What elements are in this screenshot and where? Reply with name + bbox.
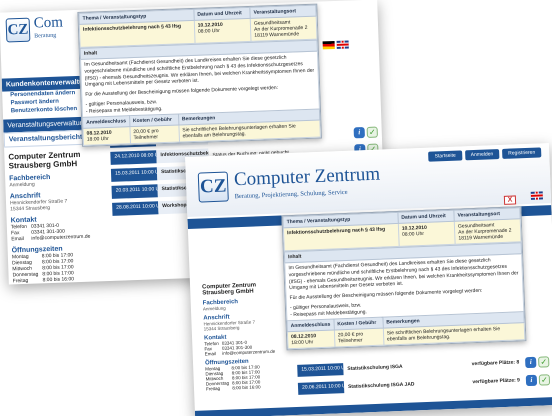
contact-label: Email — [11, 235, 24, 243]
logo-mark: CZ — [197, 171, 229, 203]
contact-table: Telefon 03341 301-0 Fax 03341 301-300 Emai… — [204, 339, 278, 357]
flag-uk-icon[interactable] — [530, 191, 543, 200]
cost-value: 20,00 € pro Teilnehmer — [334, 328, 384, 348]
content-paragraph: Im Gesundheitsamt (Fachdienst Gesundheit… — [84, 54, 315, 88]
event-date: 15.03.2011 10:00 Uhr — [110, 167, 158, 182]
event-time-value: 08:00 Uhr — [197, 27, 221, 35]
place-line: 18119 Warnemünde — [254, 31, 300, 39]
event-type: Infektionsschutzbelehrung nach § 43 Ifsg — [79, 20, 195, 48]
notes-value: Sie schriftlichen Belehrungsunterlagen e… — [178, 120, 321, 143]
contact-email[interactable]: info@computerzentrum.de — [31, 234, 94, 242]
event-list: 15.03.2011 10:00 Uhr Statistikschulung I… — [297, 355, 551, 401]
flag-uk-icon[interactable] — [336, 40, 349, 49]
cost-value: 20,00 € pro Teilnehmer — [129, 125, 180, 144]
hours-table: Montag 8:00 bis 17:00 Dienstag 8:00 bis 17… — [205, 364, 263, 391]
hours-time: 8:00 bis 16:00 — [42, 276, 75, 284]
event-time-value: 08:00 Uhr — [401, 230, 425, 238]
language-flags — [322, 40, 349, 50]
flag-de-icon[interactable] — [322, 40, 335, 50]
event-place: Gesundheitsamt An der Kurpromenade 2 18119… — [454, 218, 522, 245]
hours-table: Montag 8:00 bis 17:00 Dienstag 8:00 bis 17… — [12, 252, 78, 284]
register-button[interactable]: Registrieren — [502, 147, 542, 159]
brand-tagline: Beratung — [34, 32, 57, 40]
event-date: 15.03.2011 10:00 Uhr — [297, 363, 344, 377]
check-button[interactable]: ✓ — [538, 355, 550, 368]
table-row: 20.06.2011 10:00 Uhr Statistikschulung I… — [297, 373, 551, 395]
content-text: Im Gesundheitsamt (Fachdienst Gesundheit… — [284, 254, 525, 321]
deadline: 08.12.2010 18:00 Uhr — [287, 330, 335, 350]
home-button[interactable]: Startseite — [428, 150, 462, 162]
company-info: Computer Zentrum Strausberg GmbH Fachber… — [202, 281, 286, 391]
hours-day: Freitag — [205, 385, 221, 392]
info-button[interactable]: i — [353, 127, 365, 139]
brand-name: Com — [33, 14, 64, 32]
info-button[interactable]: i — [525, 356, 537, 368]
company-name-2: Strausberg GmbH — [8, 159, 78, 171]
check-button[interactable]: ✓ — [538, 373, 551, 386]
event-title: Statistikschulung ISGA — [347, 363, 403, 373]
contact-table: Telefon 03341 301-0 Fax 03341 301-300 Emai… — [11, 222, 95, 243]
event-detail-popup: X Thema / Veranstaltungstyp Datum und Uh… — [281, 195, 527, 351]
logo-mark: CZ — [5, 17, 31, 43]
event-detail-popup-back: Thema / Veranstaltungstyp Datum und Uhrz… — [77, 3, 322, 148]
hours-time: 8:00 bis 16:00 — [232, 384, 261, 391]
deadline-time: 18:00 Uhr — [291, 339, 314, 347]
login-button[interactable]: Anmelden — [464, 149, 500, 161]
company-info: Computer Zentrum Strausberg GmbH Fachber… — [8, 149, 105, 284]
seats-available: verfügbare Plätze: 8 — [471, 359, 520, 368]
event-date: 28.08.2011 10:00 Uhr — [112, 201, 159, 216]
language-flags — [530, 191, 543, 200]
place-line: 18119 Warnemünde — [458, 233, 504, 242]
event-date: 24.12.2010 08:00 Uhr — [110, 150, 157, 165]
deadline: 08.12.2010 18:00 Uhr — [82, 126, 131, 146]
logo[interactable]: CZ — [5, 17, 31, 43]
hours-day: Freitag — [12, 277, 29, 285]
event-datetime: 10.12.2010 08:00 Uhr — [194, 18, 252, 44]
event-date: 20.03.2011 10:00 Uhr — [111, 184, 158, 199]
logo[interactable]: CZ — [197, 171, 229, 203]
event-place: Gesundheitsamt An der Kurpromenade 2 18119… — [250, 16, 317, 42]
check-button[interactable]: ✓ — [366, 126, 378, 138]
contact-label: Email — [204, 351, 217, 357]
event-date: 20.06.2011 10:00 Uhr — [297, 381, 345, 395]
footer-bar — [194, 396, 552, 416]
deadline-time: 18:00 Uhr — [86, 136, 109, 143]
info-button[interactable]: i — [525, 374, 538, 386]
table-row: 15.03.2011 10:00 Uhr Statistikschulung I… — [297, 355, 550, 377]
event-datetime: 10.12.2010 08:00 Uhr — [398, 221, 456, 247]
event-title: Statistikschulung ISGA JAD — [347, 381, 415, 390]
content-text: Im Gesundheitsamt (Fachdienst Gesundheit… — [80, 51, 320, 118]
close-icon[interactable]: X — [503, 195, 517, 205]
contact-email[interactable]: info@computerzentrum.de — [222, 349, 278, 356]
front-screenshot: CZ Computer Zentrum Beratung, Projektier… — [185, 143, 552, 416]
seats-available: verfügbare Plätze: 9 — [472, 377, 521, 386]
